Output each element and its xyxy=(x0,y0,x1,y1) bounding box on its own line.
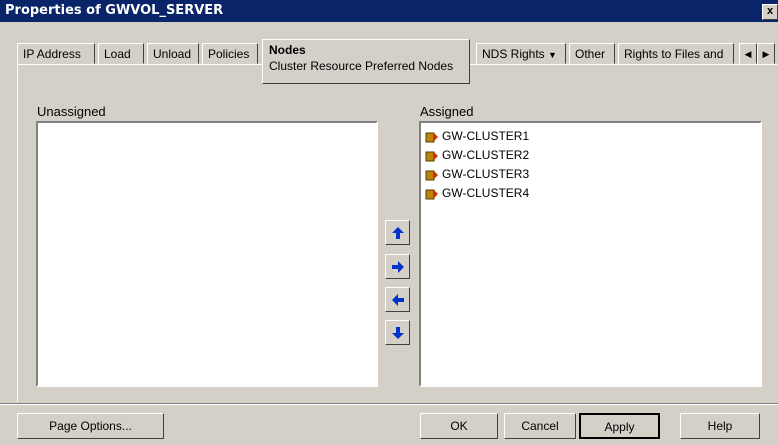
tab-scroll-left-button[interactable]: ◀ xyxy=(739,43,757,64)
move-down-button[interactable] xyxy=(385,320,410,345)
tab-unload[interactable]: Unload xyxy=(147,43,199,64)
arrow-up-icon xyxy=(392,227,404,239)
tab-scroll-right-button[interactable]: ▶ xyxy=(757,43,775,64)
tab-load[interactable]: Load xyxy=(98,43,144,64)
apply-button[interactable]: Apply xyxy=(579,413,660,439)
tab-nodes-label: Nodes xyxy=(269,43,306,57)
list-item-label: GW-CLUSTER2 xyxy=(442,148,530,162)
unassign-button[interactable] xyxy=(385,287,410,312)
list-item[interactable]: GW-CLUSTER3 xyxy=(425,165,529,183)
server-icon xyxy=(425,131,438,143)
tab-nds-rights[interactable]: NDS Rights ▼ xyxy=(476,43,566,64)
unassigned-label: Unassigned xyxy=(37,104,106,119)
tab-nodes-sublabel[interactable]: Cluster Resource Preferred Nodes xyxy=(269,59,463,73)
help-button[interactable]: Help xyxy=(680,413,760,439)
server-icon xyxy=(425,169,438,181)
ok-button[interactable]: OK xyxy=(420,413,498,439)
tab-rights-to-files[interactable]: Rights to Files and xyxy=(618,43,734,64)
chevron-left-icon: ◀ xyxy=(744,49,752,59)
page-options-button[interactable]: Page Options... xyxy=(17,413,164,439)
list-item-label: GW-CLUSTER1 xyxy=(442,129,530,143)
tab-other[interactable]: Other xyxy=(569,43,615,64)
close-button[interactable]: x xyxy=(762,4,778,20)
assigned-list[interactable]: GW-CLUSTER1 GW-CLUSTER2 GW-CLUSTER3 GW-C… xyxy=(419,121,762,387)
list-item[interactable]: GW-CLUSTER4 xyxy=(425,184,529,202)
list-item[interactable]: GW-CLUSTER2 xyxy=(425,146,529,164)
window-title: Properties of GWVOL_SERVER xyxy=(5,3,224,18)
chevron-down-icon: ▼ xyxy=(548,50,557,60)
server-icon xyxy=(425,150,438,162)
move-up-button[interactable] xyxy=(385,220,410,245)
assigned-label: Assigned xyxy=(420,104,474,119)
arrow-down-icon xyxy=(392,327,404,339)
chevron-right-icon: ▶ xyxy=(762,49,770,59)
list-item[interactable]: GW-CLUSTER1 xyxy=(425,127,529,145)
title-bar: Properties of GWVOL_SERVER x xyxy=(0,0,778,22)
tab-nds-rights-label: NDS Rights xyxy=(482,47,545,61)
server-icon xyxy=(425,188,438,200)
list-item-label: GW-CLUSTER4 xyxy=(442,186,530,200)
tab-policies[interactable]: Policies xyxy=(202,43,258,64)
assign-button[interactable] xyxy=(385,254,410,279)
tab-ip-address[interactable]: IP Address xyxy=(17,43,95,64)
tab-nodes[interactable]: Nodes Cluster Resource Preferred Nodes xyxy=(262,39,470,84)
cancel-button[interactable]: Cancel xyxy=(504,413,576,439)
list-item-label: GW-CLUSTER3 xyxy=(442,167,530,181)
unassigned-list[interactable] xyxy=(36,121,378,387)
separator xyxy=(0,403,778,405)
arrow-left-icon xyxy=(392,294,404,306)
arrow-right-icon xyxy=(392,261,404,273)
